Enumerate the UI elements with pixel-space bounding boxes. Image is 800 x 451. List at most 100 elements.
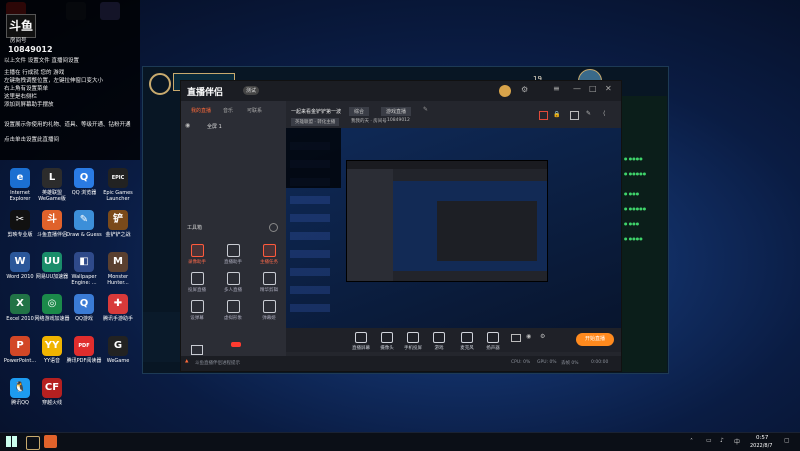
status-warning-icon: ▲ bbox=[185, 359, 189, 364]
desktop-icon[interactable]: ✂ 剪映专业版 bbox=[2, 210, 38, 238]
toolbox-item-label: 直播助手 bbox=[224, 260, 242, 265]
source-button-label: 游戏 bbox=[434, 346, 444, 351]
desktop-icon[interactable]: CF 穿越火线 bbox=[34, 378, 70, 406]
toolbox-item[interactable]: 虚拟形象 bbox=[219, 300, 247, 321]
stream-preview[interactable] bbox=[286, 128, 621, 328]
desktop-icon[interactable]: ◧ Wallpaper Engine: ... bbox=[66, 252, 102, 286]
toolbox-item[interactable]: 录像助手 bbox=[183, 244, 211, 265]
qqbrowser-icon: Q bbox=[74, 168, 94, 188]
source-button[interactable]: 手机投屏 bbox=[400, 332, 426, 351]
windows-start-icon[interactable] bbox=[6, 436, 17, 447]
desktop-icon[interactable]: Q QQ游戏 bbox=[66, 294, 102, 322]
tray-chevron-icon[interactable]: ˄ bbox=[690, 438, 693, 445]
accelerator-icon: ◎ bbox=[42, 294, 62, 314]
preview-eye-icon[interactable]: ◉ bbox=[526, 333, 531, 340]
desktop-icon[interactable]: 铲金铲铲之战 bbox=[100, 210, 136, 238]
desktop-icon[interactable]: ✚ 腾讯手游助手 bbox=[100, 294, 136, 322]
desktop-icon[interactable]: e Internet Explorer bbox=[2, 168, 38, 202]
desktop-icon[interactable]: X Excel 2010 bbox=[2, 294, 38, 322]
taskbar-lol-icon[interactable] bbox=[26, 436, 40, 450]
source-button-label: 手机投屏 bbox=[404, 346, 422, 351]
toolbox-item[interactable]: 弹幕姬 bbox=[255, 300, 283, 321]
toolbox-item[interactable]: 主播任务 bbox=[255, 244, 283, 265]
share-icon[interactable]: ⟨ bbox=[603, 110, 605, 117]
overlay-line: 主播在 行成就 您的 游戏 bbox=[4, 70, 65, 76]
tag-category[interactable]: 综合 bbox=[349, 107, 370, 116]
source-button-label: 麦克风 bbox=[460, 346, 474, 351]
record-icon[interactable] bbox=[539, 111, 548, 120]
tool-live[interactable] bbox=[191, 345, 203, 355]
source-settings-icon[interactable] bbox=[511, 334, 521, 342]
stream-title[interactable]: 一起来看金铲铲第一波 bbox=[291, 108, 341, 115]
scene-eye-icon[interactable]: ◉ bbox=[185, 122, 190, 129]
toolbox-item[interactable]: 投屏直播 bbox=[183, 272, 211, 293]
app-titlebar: 直播伴侣 测试 ⚙ ≡ — □ ✕ bbox=[181, 81, 621, 101]
screenshot-icon[interactable] bbox=[570, 111, 579, 120]
tag-game[interactable]: 游戏直播 bbox=[381, 107, 412, 116]
source-button[interactable]: 摄像头 bbox=[374, 332, 400, 351]
lock-icon[interactable]: 🔒 bbox=[553, 111, 560, 118]
desktop-icon[interactable]: Q QQ 浏览器 bbox=[66, 168, 102, 196]
settings-icon[interactable]: ⚙ bbox=[521, 85, 528, 94]
stream-subinfo: 英雄联盟 · 转化主播 bbox=[291, 118, 340, 126]
tray-volume-icon[interactable]: ♪ bbox=[720, 437, 724, 444]
minimize-icon[interactable]: — bbox=[573, 84, 581, 93]
start-live-button[interactable]: 开始直播 bbox=[576, 333, 614, 346]
desktop-icon-label: Word 2010 bbox=[6, 274, 34, 280]
tray-network-icon[interactable]: ▭ bbox=[706, 437, 712, 444]
notification-icon[interactable]: ▢ bbox=[784, 437, 790, 444]
pen-icon[interactable]: ✎ bbox=[586, 110, 591, 117]
source-button[interactable]: 扬声器 bbox=[480, 332, 506, 351]
desktop-icon-label: 腾讯PDF阅读器 bbox=[66, 358, 102, 364]
toolbox-item-label: 投屏直播 bbox=[188, 288, 206, 293]
toolbox-item[interactable]: 设弹幕 bbox=[183, 300, 211, 321]
douyu-companion-window[interactable]: 直播伴侣 测试 ⚙ ≡ — □ ✕ 我的直播 音乐 可联系 ◉ 全屏 1 工具箱… bbox=[180, 80, 622, 372]
menu-icon[interactable]: ≡ bbox=[553, 84, 560, 93]
tab-contact[interactable]: 可联系 bbox=[247, 107, 262, 114]
tencent-mobile-icon: ✚ bbox=[108, 294, 128, 314]
desktop-icon[interactable]: EPIC Epic Games Launcher bbox=[100, 168, 136, 202]
desktop-icon-label: Wallpaper Engine: ... bbox=[71, 274, 97, 286]
tab-my-live[interactable]: 我的直播 bbox=[191, 107, 211, 114]
desktop-icon[interactable]: 🐧 腾讯QQ bbox=[2, 378, 38, 406]
desktop-icon[interactable]: P PowerPoint... bbox=[2, 336, 38, 364]
clock-time[interactable]: 0:57 bbox=[756, 435, 768, 441]
close-icon[interactable]: ✕ bbox=[605, 84, 612, 93]
desktop-icon[interactable]: M Monster Hunter... bbox=[100, 252, 136, 286]
toolbox-label: 工具箱 bbox=[187, 225, 203, 231]
toolbox-item[interactable]: 直播助手 bbox=[219, 244, 247, 265]
gear-icon[interactable]: ⚙ bbox=[540, 333, 545, 340]
scene-item[interactable]: 全屏 1 bbox=[207, 123, 222, 130]
desktop-icon[interactable]: PDF 腾讯PDF阅读器 bbox=[66, 336, 102, 364]
user-avatar[interactable] bbox=[499, 85, 511, 97]
tray-ime-icon[interactable]: 中 bbox=[734, 437, 740, 446]
clock-date[interactable]: 2022/8/7 bbox=[750, 443, 772, 449]
douyu-companion-icon: 斗 bbox=[42, 210, 62, 230]
room-number-small: 10849012 bbox=[387, 118, 410, 123]
taskbar-douyu-icon[interactable] bbox=[44, 435, 57, 448]
toolbox-collapse-icon[interactable] bbox=[269, 223, 278, 232]
tab-music[interactable]: 音乐 bbox=[223, 107, 233, 114]
desktop-icon[interactable]: UU 网易UU加速器 bbox=[34, 252, 70, 280]
toolbox-item[interactable]: 多人直播 bbox=[219, 272, 247, 293]
desktop-icon[interactable]: G WeGame bbox=[100, 336, 136, 364]
source-button-icon bbox=[381, 332, 393, 343]
edit-title-icon[interactable]: ✎ bbox=[423, 106, 428, 113]
source-button[interactable]: 游戏 bbox=[426, 332, 452, 351]
toolbox-item[interactable]: 精华剪辑 bbox=[255, 272, 283, 293]
desktop-icon[interactable]: L 英雄联盟 WeGame版 bbox=[34, 168, 70, 202]
qq-icon: 🐧 bbox=[10, 378, 30, 398]
source-button-icon bbox=[461, 332, 473, 343]
maximize-icon[interactable]: □ bbox=[589, 84, 597, 93]
desktop-icon-label: 剪映专业版 bbox=[7, 232, 33, 238]
desktop-icon[interactable]: 斗斗鱼直播伴侣 bbox=[34, 210, 70, 238]
source-button[interactable]: 麦克风 bbox=[454, 332, 480, 351]
desktop-icon[interactable]: YY YY语音 bbox=[34, 336, 70, 364]
windows-taskbar: ˄ ▭ ♪ 中 0:57 2022/8/7 ▢ bbox=[0, 432, 800, 451]
source-button-label: 扬声器 bbox=[486, 346, 500, 351]
desktop-icon[interactable]: ◎ 网络游戏加速器 bbox=[34, 294, 70, 322]
source-button-icon bbox=[407, 332, 419, 343]
desktop-icon[interactable]: ✎ Draw & Guess bbox=[66, 210, 102, 238]
source-button[interactable]: 直播屏幕 bbox=[348, 332, 374, 351]
desktop-icon[interactable]: W Word 2010 bbox=[2, 252, 38, 280]
